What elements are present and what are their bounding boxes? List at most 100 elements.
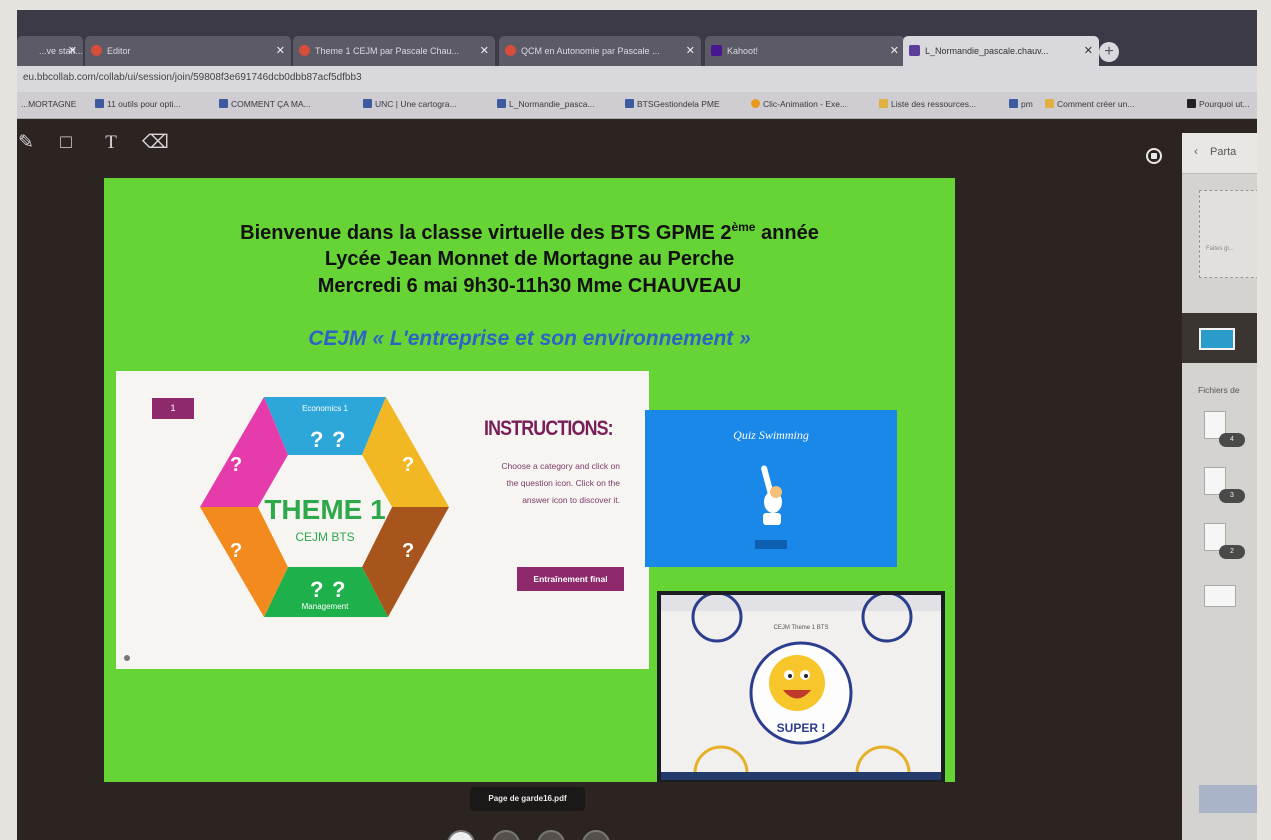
browser-tab[interactable]: Theme 1 CEJM par Pascale Chau... ✕ [293,36,495,66]
pencil-icon[interactable]: ✎ [17,132,37,154]
bookmark-item[interactable]: Comment créer un... [1045,99,1134,109]
instructions-text: Choose a category and click on the quest… [501,461,620,505]
whiteboard-section [1182,313,1257,363]
whiteboard-icon[interactable] [1199,328,1235,350]
favicon-icon [909,45,920,56]
svg-text:SUPER !: SUPER ! [777,721,826,735]
question-mark-icon: ? [332,427,345,452]
question-mark-icon: ? [402,454,414,476]
bookmark-icon [1045,99,1054,108]
bookmark-icon [497,99,506,108]
eraser-icon[interactable]: ⌫ [142,132,169,154]
bookmark-item[interactable]: 11 outils pour opti... [95,99,181,109]
drop-zone-text: Faites gl... [1206,246,1234,252]
bookmark-icon [1009,99,1018,108]
file-count-badge: 2 [1219,545,1245,559]
bookmark-item[interactable]: L_Normandie_pasca... [497,99,595,109]
bookmark-label: Comment créer un... [1057,99,1135,109]
share-panel-header: ‹ Parta [1182,133,1257,174]
close-icon[interactable]: ✕ [1084,36,1093,66]
favicon-icon [505,45,516,56]
bookmark-icon [363,99,372,108]
url-text[interactable]: eu.bbcollab.com/collab/ui/session/join/5… [23,72,362,83]
share-panel: ‹ Parta Faites gl... Fichiers de 4 3 2 [1182,133,1257,840]
question-mark-icon: ? [402,540,414,562]
browser-tab-strip: ...ve staff... ✕ Editor ✕ Theme 1 CEJM p… [17,10,1257,66]
browser-tab[interactable]: QCM en Autonomie par Pascale ... ✕ [499,36,701,66]
bookmark-item[interactable]: ...MORTAGNE [21,99,76,109]
theme-center-subtitle: CEJM BTS [295,530,354,544]
browser-tab-active[interactable]: L_Normandie_pascale.chauv... ✕ [903,36,1099,66]
question-mark-icon: ? [230,454,242,476]
slide-title-line1: Bienvenue dans la classe virtuelle des B… [104,220,955,245]
tab-label: Editor [107,46,131,56]
close-icon[interactable]: ✕ [276,36,285,66]
share-button[interactable] [1199,785,1257,813]
close-icon[interactable]: ✕ [68,36,77,66]
question-mark-icon: ? [310,577,323,602]
bookmark-icon [879,99,888,108]
segment-label: Economics 1 [302,404,348,413]
final-training-button[interactable]: Entraînement final [517,567,624,591]
bookmark-item[interactable]: BTSGestiondela PME [625,99,720,109]
files-heading: Fichiers de [1198,385,1240,395]
bookmark-item[interactable]: Liste des ressources... [879,99,976,109]
close-icon[interactable]: ✕ [686,36,695,66]
close-icon[interactable]: ✕ [890,36,899,66]
file-thumbnail[interactable] [1204,585,1236,607]
microphone-icon[interactable] [492,830,520,840]
slide-title-line3: Mercredi 6 mai 9h30-11h30 Mme CHAUVEAU [317,275,742,297]
tab-label: L_Normandie_pascale.chauv... [925,46,1049,56]
segment-label: Management [302,602,349,611]
bookmark-label: Clic-Animation - Exe... [763,99,848,109]
kahoot-favicon-icon [711,45,722,56]
smiley-badge-icon: SUPER ! [691,595,913,774]
quiz-start-button[interactable] [755,540,787,549]
hand-raise-icon[interactable] [582,830,610,840]
share-panel-title: Parta [1210,146,1237,158]
bookmark-item[interactable]: COMMENT ÇA MA... [219,99,311,109]
bookmark-icon [95,99,104,108]
file-drop-zone[interactable]: Faites gl... [1199,190,1257,278]
question-mark-icon: ? [310,427,323,452]
chevron-left-icon[interactable]: ‹ [1194,144,1198,158]
address-bar[interactable]: eu.bbcollab.com/collab/ui/session/join/5… [17,66,1257,92]
bookmark-label: L_Normandie_pasca... [509,99,595,109]
close-icon[interactable]: ✕ [480,36,489,66]
current-file-label: Page de garde16.pdf [470,787,585,811]
camera-icon[interactable] [537,830,565,840]
bookmark-label: BTSGestiondela PME [637,99,720,109]
bookmark-item[interactable]: Pourquoi ut... [1187,99,1250,109]
bookmark-label: Pourquoi ut... [1199,99,1250,109]
question-mark-icon: ? [332,577,345,602]
bookmark-label: Liste des ressources... [891,99,977,109]
browser-tab[interactable]: Editor ✕ [85,36,291,66]
square-icon[interactable]: □ [55,132,77,154]
bookmark-icon [751,99,760,108]
text-tool-icon[interactable]: T [100,132,122,154]
record-icon[interactable] [1146,148,1162,164]
tab-label: Kahoot! [727,46,759,56]
bookmark-item[interactable]: UNC | Une cartogra... [363,99,457,109]
browser-tab[interactable]: ...ve staff... ✕ [17,36,83,66]
bookmark-label: UNC | Une cartogra... [375,99,457,109]
bookmark-item[interactable]: Clic-Animation - Exe... [751,99,847,109]
preview-page: CEJM Theme 1 BTS SUPER ! [661,595,941,774]
bookmark-item[interactable]: pm [1009,99,1033,109]
settings-icon [124,655,130,661]
new-tab-button[interactable]: + [1099,42,1119,62]
shared-slide: Bienvenue dans la classe virtuelle des B… [104,178,955,782]
bookmark-icon [625,99,634,108]
browser-tab[interactable]: Kahoot! ✕ [705,36,905,66]
file-count-badge: 3 [1219,489,1245,503]
session-menu-icon[interactable] [447,830,475,840]
slide-title-text: Bienvenue dans la classe virtuelle des B… [240,222,732,244]
laptop-screen-preview: CEJM Theme 1 BTS SUPER ! [657,591,945,782]
question-mark-icon: ? [230,540,242,562]
theme-card: 1 Economics 1 Management ? ? ? ? ? ? ? ?… [116,371,649,669]
slide-subtitle: CEJM « L'entreprise et son environnement… [308,327,751,350]
favicon-icon [299,45,310,56]
bookmark-label: COMMENT ÇA MA... [231,99,311,109]
tab-label: QCM en Autonomie par Pascale ... [521,46,660,56]
preview-taskbar [661,772,941,780]
